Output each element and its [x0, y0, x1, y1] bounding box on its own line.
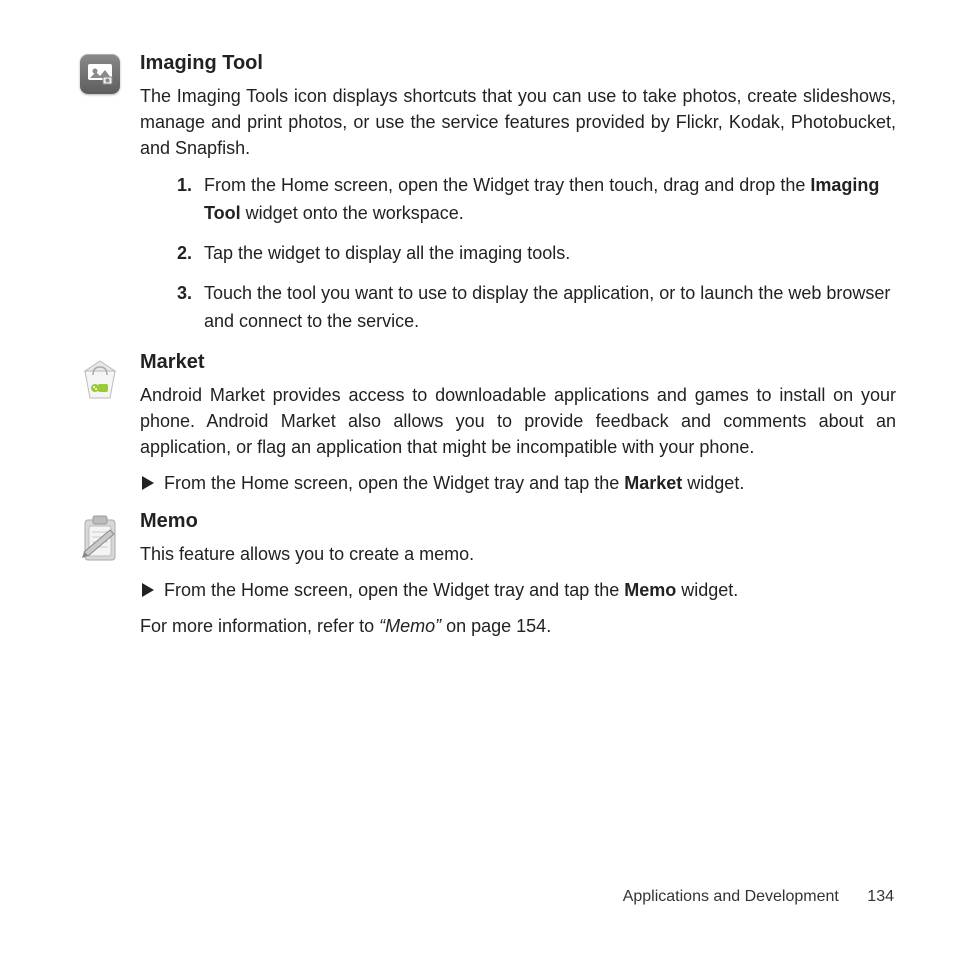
step-text: Touch the tool you want to use to displa… — [204, 279, 896, 335]
imaging-tool-icon — [60, 52, 140, 94]
heading-memo: Memo — [140, 510, 896, 533]
triangle-bullet-icon — [142, 476, 154, 490]
section-market: Market Android Market provides access to… — [60, 351, 904, 506]
section-memo: Memo This feature allows you to create a… — [60, 510, 904, 639]
step-text: Tap the widget to display all the imagin… — [204, 239, 896, 267]
footer-page-number: 134 — [867, 888, 894, 905]
desc-market: Android Market provides access to downlo… — [140, 382, 896, 460]
bullet-market: From the Home screen, open the Widget tr… — [140, 470, 896, 496]
page-footer: Applications and Development 134 — [623, 888, 894, 906]
heading-market: Market — [140, 351, 896, 374]
market-icon — [60, 351, 140, 403]
step-number: 3. — [160, 279, 204, 335]
desc-imaging-tool: The Imaging Tools icon displays shortcut… — [140, 83, 896, 161]
steps-imaging-tool: 1. From the Home screen, open the Widget… — [140, 171, 896, 335]
desc-memo: This feature allows you to create a memo… — [140, 541, 896, 567]
step-number: 2. — [160, 239, 204, 267]
triangle-bullet-icon — [142, 583, 154, 597]
memo-reference: For more information, refer to “Memo” on… — [140, 613, 896, 639]
memo-icon — [60, 510, 140, 564]
section-imaging-tool: Imaging Tool The Imaging Tools icon disp… — [60, 52, 904, 347]
step-number: 1. — [160, 171, 204, 227]
manual-page: Imaging Tool The Imaging Tools icon disp… — [0, 0, 954, 639]
step-text: From the Home screen, open the Widget tr… — [204, 171, 896, 227]
footer-section-name: Applications and Development — [623, 888, 839, 905]
heading-imaging-tool: Imaging Tool — [140, 52, 896, 75]
bullet-memo: From the Home screen, open the Widget tr… — [140, 577, 896, 603]
